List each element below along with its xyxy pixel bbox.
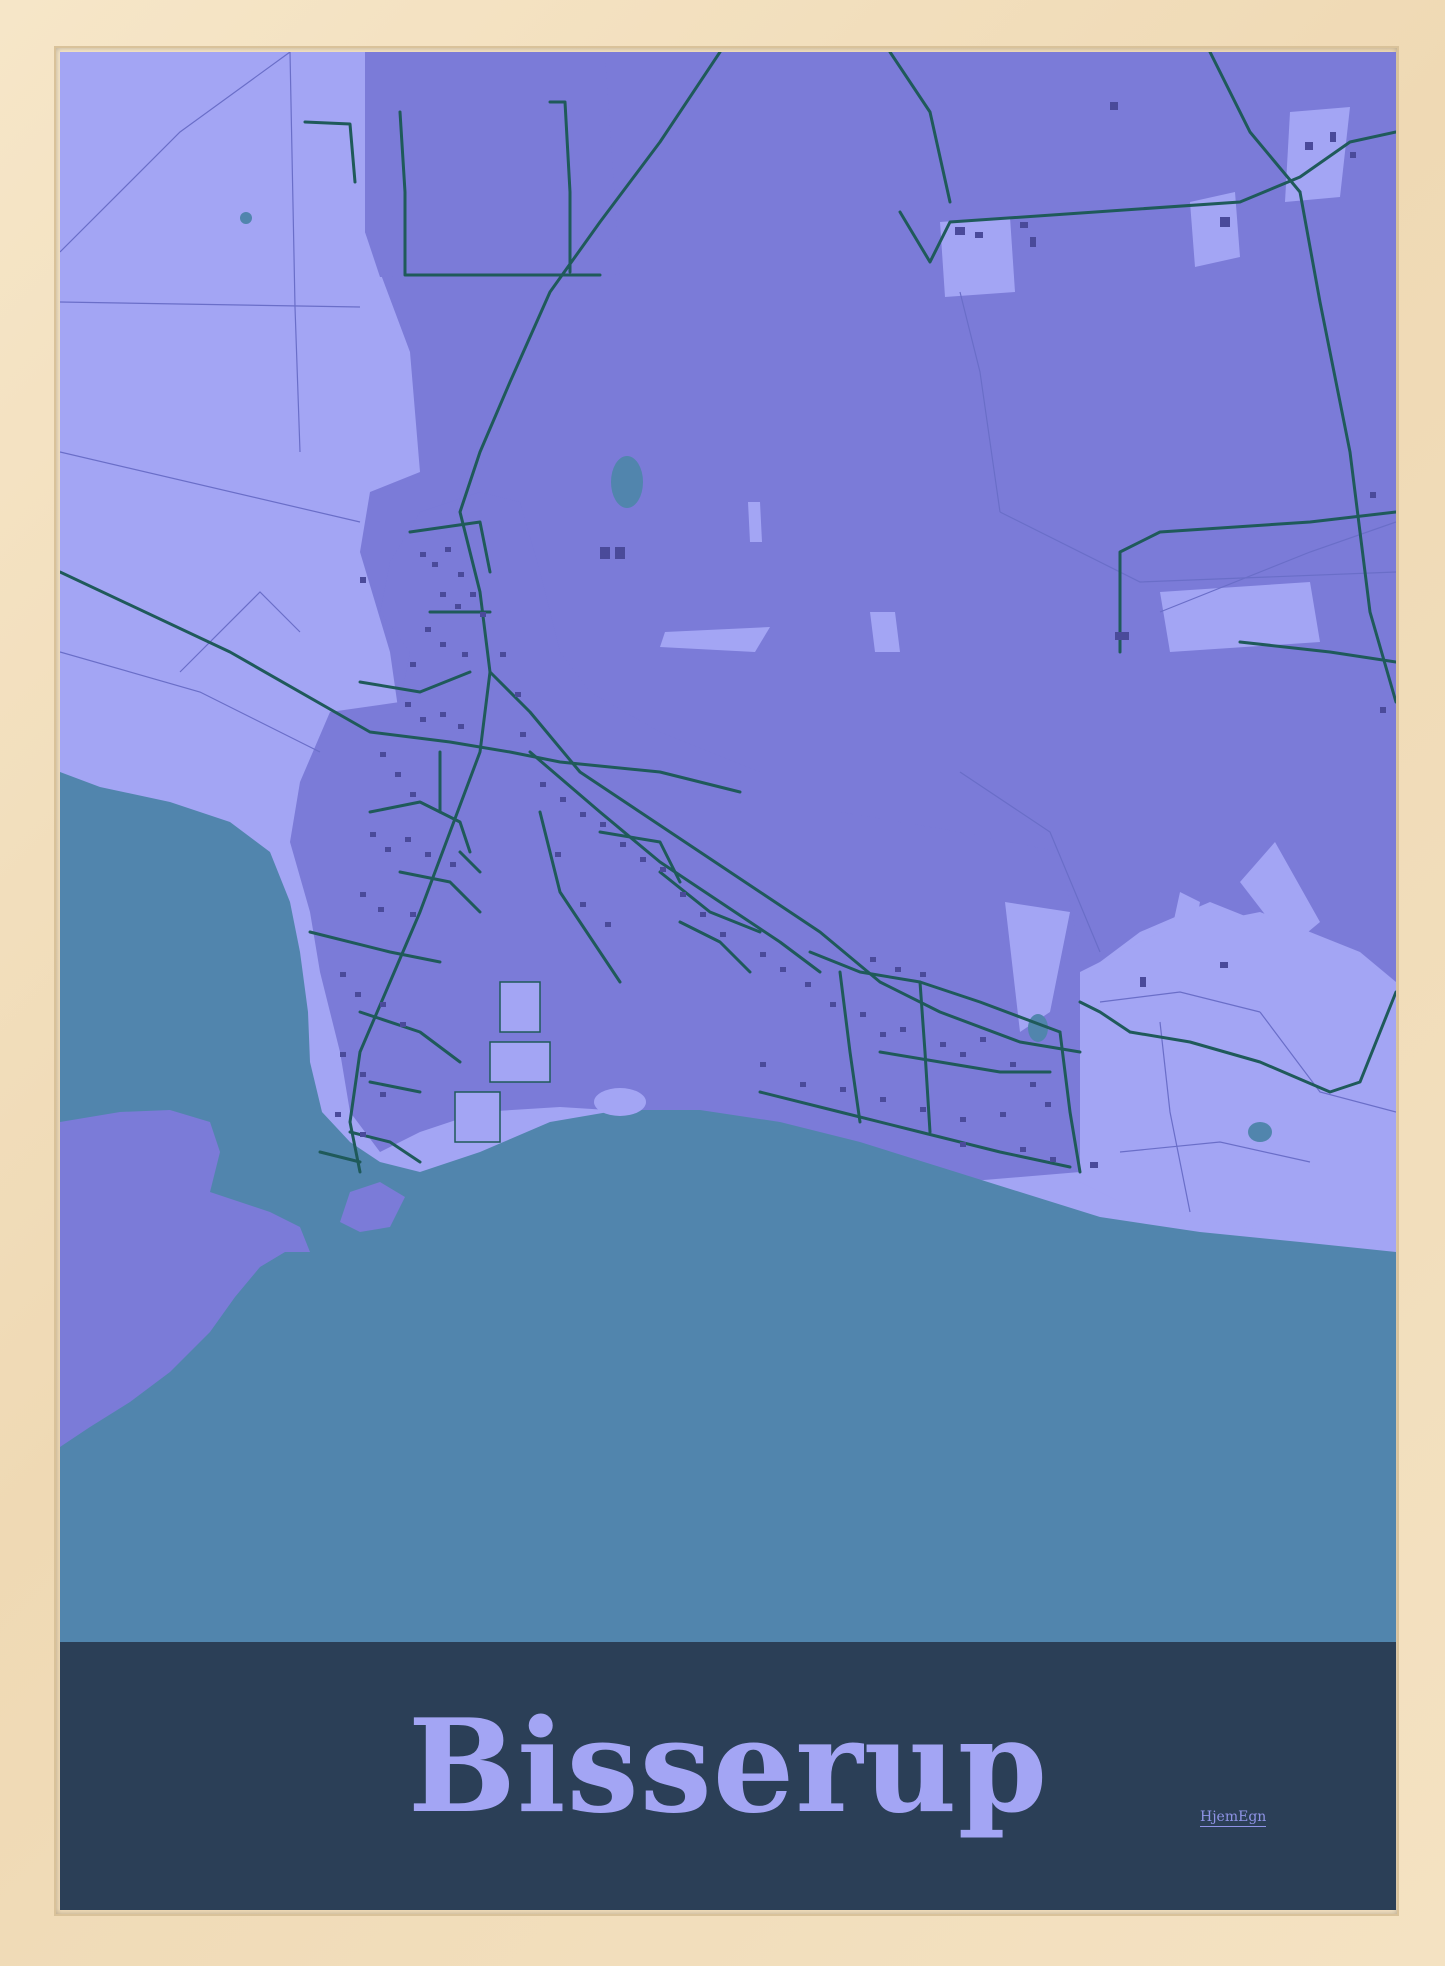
map-poster: Bisserup HjemEgn bbox=[60, 52, 1396, 1910]
city-name-title: Bisserup bbox=[407, 1692, 1049, 1842]
map-canvas bbox=[60, 52, 1396, 1642]
pond-farm bbox=[1248, 1122, 1272, 1142]
field-patch-4 bbox=[870, 612, 900, 652]
field-patch-7 bbox=[940, 217, 1015, 297]
pond-small bbox=[240, 212, 252, 224]
field-patch-east-lowland bbox=[1080, 912, 1396, 1252]
field-patch-5 bbox=[748, 502, 762, 542]
harbour-light-patch bbox=[594, 1088, 646, 1116]
pond-east bbox=[1028, 1014, 1048, 1042]
pond-north bbox=[611, 456, 643, 508]
brand-logo: HjemEgn bbox=[1200, 1809, 1267, 1827]
